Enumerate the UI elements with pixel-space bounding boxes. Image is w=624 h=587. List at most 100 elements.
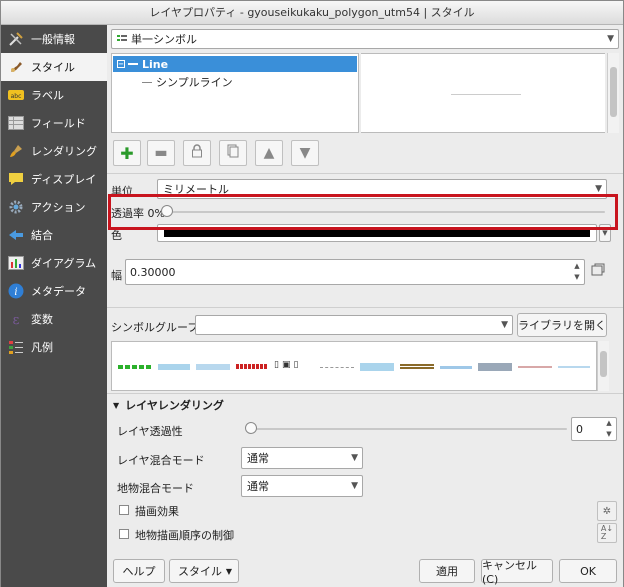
scrollbar-thumb[interactable] bbox=[600, 351, 607, 377]
scrollbar-thumb[interactable] bbox=[610, 67, 617, 117]
sidebar-item-label: 凡例 bbox=[31, 341, 53, 354]
sidebar-item-variables[interactable]: ε 変数 bbox=[1, 305, 107, 333]
open-library-button[interactable]: ライブラリを開く bbox=[517, 313, 607, 337]
symbol-preview bbox=[361, 53, 605, 133]
symbol-library-list[interactable]: ▯▣▯ bbox=[111, 341, 597, 391]
paintbrush-icon bbox=[7, 142, 25, 160]
add-layer-button[interactable]: ✚ bbox=[113, 140, 141, 166]
style-menu-button[interactable]: スタイル ▼ bbox=[169, 559, 239, 583]
line-symbol-icon bbox=[128, 63, 138, 65]
spin-down-icon[interactable]: ▼ bbox=[604, 430, 614, 438]
tree-item-line[interactable]: − Line bbox=[113, 56, 357, 72]
sidebar-item-metadata[interactable]: i メタデータ bbox=[1, 277, 107, 305]
legend-icon bbox=[7, 338, 25, 356]
draw-effects-settings-button[interactable]: ✲ bbox=[597, 501, 617, 521]
info-icon: i bbox=[7, 282, 25, 300]
layer-transparency-slider-track[interactable] bbox=[249, 428, 567, 430]
preview-scrollbar[interactable] bbox=[607, 53, 619, 133]
spin-up-icon[interactable]: ▲ bbox=[572, 262, 582, 270]
chevron-down-icon: ▼ bbox=[595, 184, 602, 194]
layer-transparency-label: レイヤ透過性 bbox=[117, 425, 183, 438]
tools-icon bbox=[7, 30, 25, 48]
symbol-group-select[interactable]: ▼ bbox=[195, 315, 513, 335]
sidebar-item-label: スタイル bbox=[31, 61, 75, 74]
chevron-down-icon: ▼ bbox=[602, 229, 608, 237]
width-spinbox[interactable]: 0.30000 ▲ ▼ bbox=[125, 259, 585, 285]
width-value: 0.30000 bbox=[130, 266, 176, 279]
divider bbox=[107, 393, 623, 394]
data-defined-override-button[interactable] bbox=[591, 263, 607, 279]
data-defined-icon bbox=[591, 263, 605, 280]
table-icon bbox=[7, 114, 25, 132]
sidebar-item-label: アクション bbox=[31, 201, 86, 214]
feature-blend-select[interactable]: 通常 ▼ bbox=[241, 475, 363, 497]
symbol-item[interactable] bbox=[440, 366, 472, 369]
draw-effects-label: 描画効果 bbox=[135, 505, 179, 518]
color-swatch bbox=[164, 229, 590, 237]
remove-layer-button[interactable]: ▬ bbox=[147, 140, 175, 166]
spin-down-icon[interactable]: ▼ bbox=[572, 273, 582, 281]
symbol-item[interactable]: ▯▣▯ bbox=[274, 360, 314, 372]
duplicate-layer-button[interactable] bbox=[219, 140, 247, 166]
spin-up-icon[interactable]: ▲ bbox=[604, 419, 614, 427]
feature-order-settings-button[interactable]: A↓ Z bbox=[597, 523, 617, 543]
symbol-item[interactable] bbox=[360, 363, 394, 371]
draw-effects-checkbox[interactable] bbox=[119, 505, 129, 515]
layer-rendering-header[interactable]: ▼ レイヤレンダリング bbox=[113, 397, 224, 413]
brush-icon bbox=[7, 58, 25, 76]
sidebar-item-label: メタデータ bbox=[31, 285, 86, 298]
renderer-select[interactable]: 単一シンボル ▼ bbox=[111, 29, 619, 49]
lock-layer-button[interactable] bbox=[183, 140, 211, 166]
cancel-button[interactable]: キャンセル(C) bbox=[481, 559, 553, 586]
svg-text:ε: ε bbox=[13, 313, 20, 327]
symbol-item[interactable] bbox=[518, 366, 552, 368]
layer-blend-select[interactable]: 通常 ▼ bbox=[241, 447, 363, 469]
sidebar-item-label: 変数 bbox=[31, 313, 53, 326]
layer-transparency-slider-handle[interactable] bbox=[245, 422, 257, 434]
ok-button[interactable]: OK bbox=[559, 559, 617, 583]
sidebar-item-label: ラベル bbox=[31, 89, 64, 102]
layer-transparency-spinbox[interactable]: 0 ▲ ▼ bbox=[571, 417, 617, 441]
sidebar-item-label: フィールド bbox=[31, 117, 86, 130]
style-button-label: スタイル bbox=[178, 565, 222, 578]
symbol-item[interactable] bbox=[236, 364, 268, 369]
tree-item-label: Line bbox=[142, 57, 169, 71]
symbol-item[interactable] bbox=[478, 363, 512, 371]
preview-line bbox=[451, 94, 521, 95]
symbol-item[interactable] bbox=[558, 366, 590, 368]
sidebar-item-display[interactable]: ディスプレイ bbox=[1, 165, 107, 193]
sidebar-item-general[interactable]: 一般情報 bbox=[1, 25, 107, 53]
line-symbol-icon bbox=[142, 81, 152, 83]
apply-button[interactable]: 適用 bbox=[419, 559, 475, 583]
sidebar-item-style[interactable]: スタイル bbox=[1, 53, 107, 81]
divider bbox=[107, 173, 623, 174]
svg-text:abc: abc bbox=[11, 93, 22, 100]
tree-item-simple-line[interactable]: シンプルライン bbox=[142, 74, 233, 90]
chevron-down-icon: ▼ bbox=[225, 566, 232, 576]
variable-icon: ε bbox=[7, 310, 25, 328]
symbol-list-scrollbar[interactable] bbox=[597, 341, 609, 391]
feature-order-checkbox[interactable] bbox=[119, 529, 129, 539]
sidebar-item-fields[interactable]: フィールド bbox=[1, 109, 107, 137]
symbol-item[interactable] bbox=[158, 364, 190, 370]
feature-blend-value: 通常 bbox=[247, 480, 269, 493]
sidebar-item-actions[interactable]: アクション bbox=[1, 193, 107, 221]
chevron-down-icon: ▼ bbox=[501, 320, 508, 330]
symbol-item[interactable] bbox=[196, 364, 230, 370]
move-up-button[interactable]: ▲ bbox=[255, 140, 283, 166]
sidebar-item-joins[interactable]: 結合 bbox=[1, 221, 107, 249]
gear-icon bbox=[7, 198, 25, 216]
symbol-item[interactable] bbox=[400, 364, 434, 369]
move-down-button[interactable]: ▼ bbox=[291, 140, 319, 166]
duplicate-icon bbox=[227, 144, 239, 162]
sidebar-item-legend[interactable]: 凡例 bbox=[1, 333, 107, 361]
symbol-item[interactable] bbox=[118, 365, 152, 369]
sidebar-item-diagrams[interactable]: ダイアグラム bbox=[1, 249, 107, 277]
symbol-item[interactable] bbox=[320, 367, 354, 368]
sidebar-item-labels[interactable]: abc ラベル bbox=[1, 81, 107, 109]
sidebar-item-rendering[interactable]: レンダリング bbox=[1, 137, 107, 165]
sort-az-icon: A↓ Z bbox=[600, 524, 614, 541]
help-button[interactable]: ヘルプ bbox=[113, 559, 165, 583]
window-title: レイヤプロパティ - gyouseikukaku_polygon_utm54 |… bbox=[1, 1, 623, 25]
symbol-layer-tree[interactable]: − Line シンプルライン bbox=[111, 53, 359, 133]
